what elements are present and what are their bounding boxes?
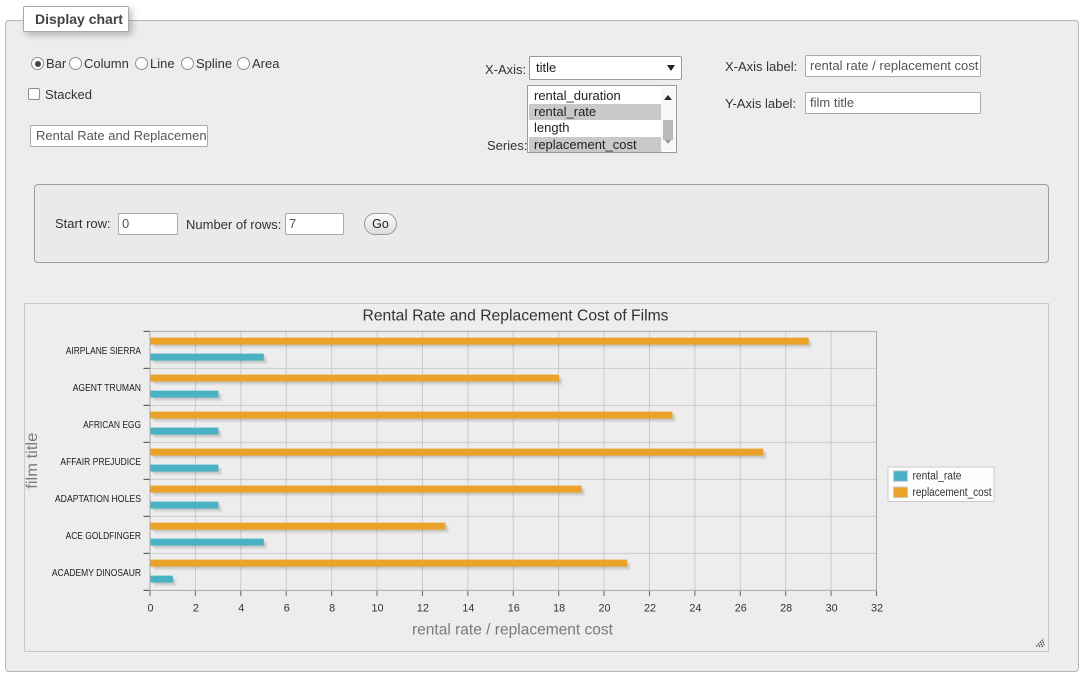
svg-text:AFFAIR PREJUDICE: AFFAIR PREJUDICE xyxy=(60,457,141,468)
svg-text:22: 22 xyxy=(644,603,656,615)
svg-text:16: 16 xyxy=(508,603,520,615)
svg-text:0: 0 xyxy=(147,603,153,615)
svg-text:ACADEMY DINOSAUR: ACADEMY DINOSAUR xyxy=(52,568,141,579)
svg-text:2: 2 xyxy=(193,603,199,615)
svg-text:32: 32 xyxy=(871,603,883,615)
svg-text:film title: film title xyxy=(24,433,41,489)
svg-text:ACE GOLDFINGER: ACE GOLDFINGER xyxy=(66,531,142,542)
svg-text:ADAPTATION HOLES: ADAPTATION HOLES xyxy=(55,494,141,505)
svg-text:AIRPLANE SIERRA: AIRPLANE SIERRA xyxy=(66,346,141,357)
svg-text:rental_rate: rental_rate xyxy=(913,471,962,483)
svg-text:rental rate / replacement cost: rental rate / replacement cost xyxy=(412,622,614,639)
svg-text:replacement_cost: replacement_cost xyxy=(913,487,993,499)
svg-text:24: 24 xyxy=(689,603,701,615)
svg-text:8: 8 xyxy=(329,603,335,615)
svg-text:4: 4 xyxy=(238,603,244,615)
svg-text:14: 14 xyxy=(462,603,474,615)
svg-text:AGENT TRUMAN: AGENT TRUMAN xyxy=(73,383,141,394)
svg-text:AFRICAN EGG: AFRICAN EGG xyxy=(83,420,141,431)
svg-text:12: 12 xyxy=(417,603,429,615)
svg-text:6: 6 xyxy=(284,603,290,615)
svg-text:18: 18 xyxy=(553,603,565,615)
svg-text:20: 20 xyxy=(599,603,611,615)
svg-text:10: 10 xyxy=(372,603,384,615)
svg-text:30: 30 xyxy=(826,603,838,615)
svg-text:26: 26 xyxy=(735,603,747,615)
svg-text:Rental Rate and Replacement Co: Rental Rate and Replacement Cost of Film… xyxy=(363,308,669,325)
svg-text:28: 28 xyxy=(780,603,792,615)
